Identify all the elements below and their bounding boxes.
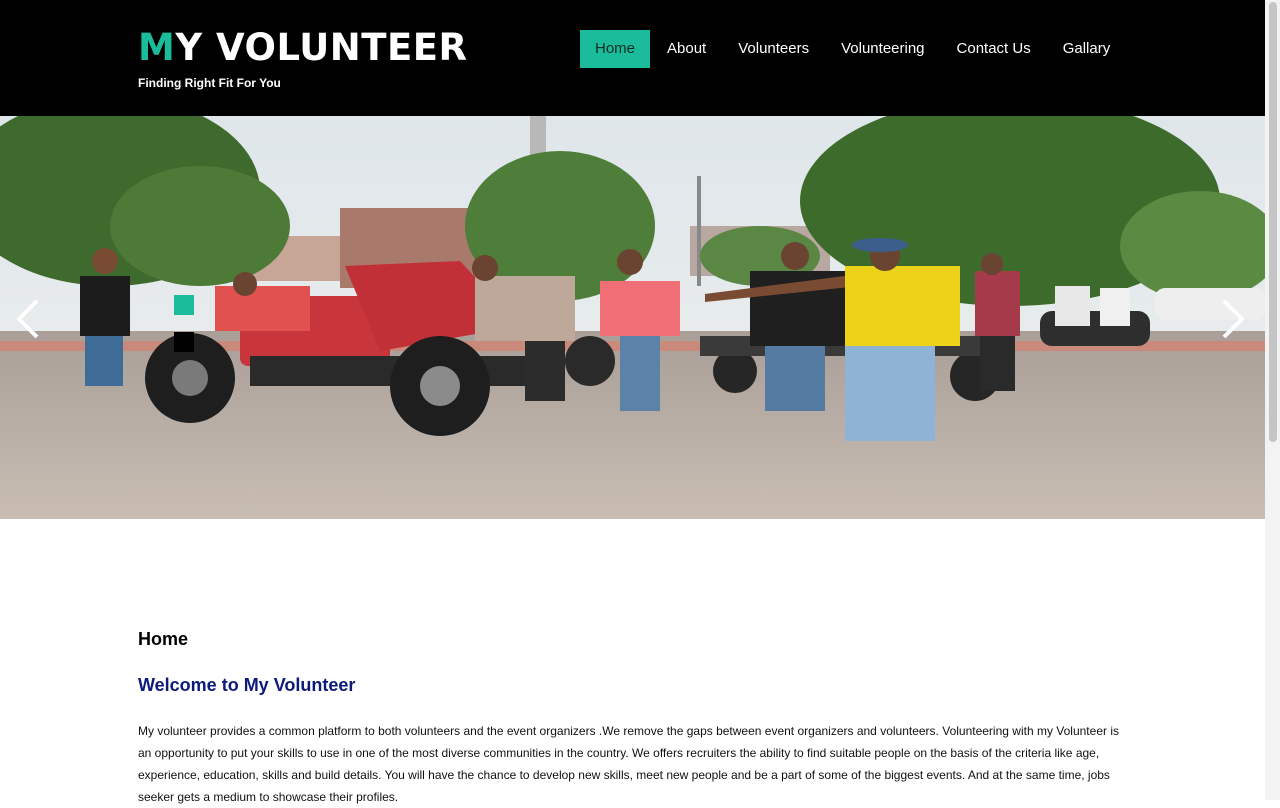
nav-volunteering[interactable]: Volunteering bbox=[826, 30, 939, 68]
carousel-slide-image bbox=[0, 116, 1265, 519]
intro-paragraph: My volunteer provides a common platform … bbox=[138, 724, 1119, 804]
main-nav: Home About Volunteers Volunteering Conta… bbox=[580, 30, 1127, 68]
nav-about[interactable]: About bbox=[652, 30, 721, 68]
welcome-heading: Welcome to My Volunteer bbox=[138, 675, 356, 695]
main-content: Home Welcome to My Volunteer My voluntee… bbox=[138, 626, 1128, 808]
logo-accent-letter: M bbox=[138, 26, 176, 69]
nav-contact-us[interactable]: Contact Us bbox=[942, 30, 1046, 68]
carousel-indicator-2[interactable] bbox=[174, 332, 194, 352]
chevron-right-icon bbox=[1222, 299, 1245, 339]
carousel-prev-button[interactable] bbox=[13, 299, 43, 339]
nav-home[interactable]: Home bbox=[580, 30, 651, 68]
site-header: MY VOLUNTEER Finding Right Fit For You H… bbox=[0, 0, 1280, 116]
carousel-indicator-1[interactable] bbox=[174, 295, 194, 315]
site-logo[interactable]: MY VOLUNTEER bbox=[138, 27, 468, 69]
chevron-left-icon bbox=[16, 299, 39, 339]
hero-carousel bbox=[0, 116, 1265, 519]
site-tagline: Finding Right Fit For You bbox=[138, 76, 281, 90]
nav-volunteers[interactable]: Volunteers bbox=[723, 30, 824, 68]
page-title: Home bbox=[138, 629, 189, 649]
nav-gallary[interactable]: Gallary bbox=[1048, 30, 1126, 68]
page-scrollbar[interactable] bbox=[1265, 0, 1280, 800]
scrollbar-thumb[interactable] bbox=[1269, 2, 1277, 442]
carousel-next-button[interactable] bbox=[1218, 299, 1248, 339]
logo-text: Y VOLUNTEER bbox=[175, 26, 468, 69]
